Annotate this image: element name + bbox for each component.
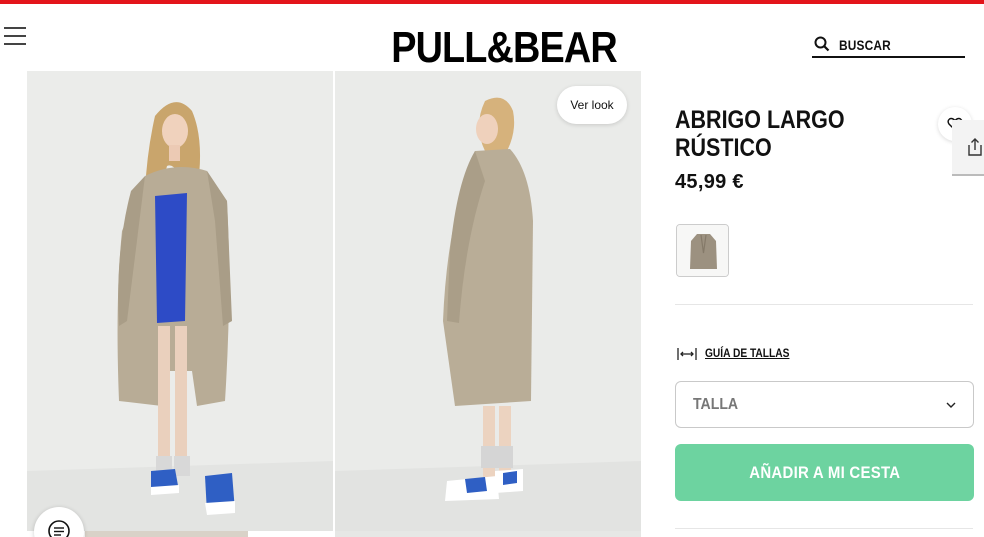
size-guide-label: GUÍA DE TALLAS xyxy=(705,346,790,360)
share-icon xyxy=(968,138,982,156)
search-icon xyxy=(814,36,830,52)
add-to-cart-button[interactable]: AÑADIR A MI CESTA xyxy=(675,444,974,501)
add-to-cart-label: AÑADIR A MI CESTA xyxy=(748,462,901,482)
share-button[interactable] xyxy=(952,120,984,176)
brand-logo[interactable]: PULL&BEAR xyxy=(380,24,628,72)
search-input[interactable]: BUSCAR xyxy=(812,34,965,58)
product-title: ABRIGO LARGO RÚSTICO xyxy=(675,106,845,162)
product-image-front[interactable] xyxy=(27,71,333,531)
size-select-placeholder: TALLA xyxy=(693,396,739,413)
coat-thumbnail-icon xyxy=(677,225,728,276)
product-price: 45,99 € xyxy=(675,171,744,193)
next-image-preview-right xyxy=(335,531,641,537)
top-accent-bar xyxy=(0,0,984,4)
chevron-down-icon xyxy=(946,402,956,408)
chat-icon xyxy=(48,520,70,537)
menu-button[interactable] xyxy=(4,24,26,48)
size-select[interactable]: TALLA xyxy=(675,381,974,428)
ruler-icon xyxy=(677,348,697,360)
next-image-preview-left xyxy=(85,531,248,537)
divider-bottom xyxy=(675,528,973,529)
color-swatch-coat[interactable] xyxy=(676,224,729,277)
divider-top xyxy=(675,304,973,305)
product-image-side[interactable] xyxy=(335,71,641,531)
ver-look-button[interactable]: Ver look xyxy=(557,86,627,124)
search-label: BUSCAR xyxy=(839,37,891,53)
